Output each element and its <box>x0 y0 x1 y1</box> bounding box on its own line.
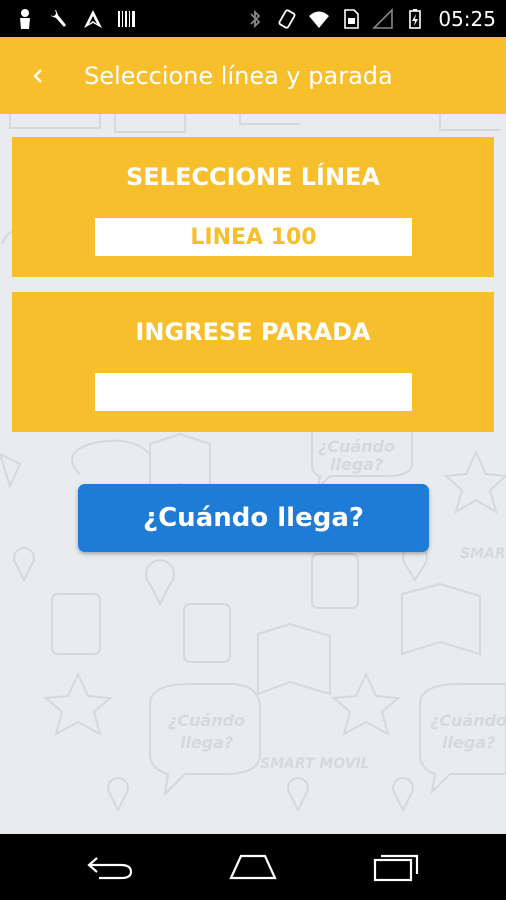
nav-back-button[interactable] <box>81 842 141 892</box>
svg-text:SMAR: SMAR <box>460 546 506 562</box>
back-button[interactable] <box>8 37 68 114</box>
svg-text:llega?: llega? <box>180 733 233 752</box>
stop-card-title: INGRESE PARADA <box>135 318 371 346</box>
wifi-icon <box>308 8 330 30</box>
recents-icon <box>373 854 419 882</box>
app-bar: Seleccione línea y parada <box>0 37 506 114</box>
status-time: 05:25 <box>438 6 496 31</box>
status-left-icons <box>0 8 138 30</box>
line-card-title: SELECCIONE LÍNEA <box>125 163 381 191</box>
page-title: Seleccione línea y parada <box>84 61 393 90</box>
wrench-icon <box>48 8 70 30</box>
person-icon <box>14 8 36 30</box>
line-card: SELECCIONE LÍNEA LINEA 100 <box>12 137 494 277</box>
svg-text:¿Cuándo: ¿Cuándo <box>430 711 506 730</box>
bluetooth-icon <box>244 8 266 30</box>
barcode-icon <box>116 8 138 30</box>
nav-home-button[interactable] <box>223 842 283 892</box>
chevron-left-icon <box>33 68 42 83</box>
svg-text:llega?: llega? <box>330 455 383 474</box>
stop-input-field[interactable] <box>95 373 412 411</box>
svg-text:¿Cuándo: ¿Cuándo <box>318 437 395 456</box>
sim-icon <box>340 8 362 30</box>
when-arrives-button[interactable]: ¿Cuándo llega? <box>78 484 429 552</box>
status-bar: 05:25 <box>0 0 506 37</box>
signal-icon <box>372 7 394 30</box>
back-icon <box>87 857 133 880</box>
main-content: ¿Cuándo llega? ¿Cuándo llega? ¿Cuándo ll… <box>0 114 506 834</box>
battery-icon <box>404 8 426 30</box>
navigation-icon <box>82 8 104 30</box>
home-icon <box>229 854 277 880</box>
svg-text:llega?: llega? <box>442 733 495 752</box>
navigation-bar <box>0 834 506 900</box>
svg-text:SMART MOVIL: SMART MOVIL <box>260 756 370 772</box>
status-right-icons: 05:25 <box>244 7 506 31</box>
stop-card: INGRESE PARADA <box>12 292 494 432</box>
svg-text:¿Cuándo: ¿Cuándo <box>168 711 245 730</box>
line-select-field[interactable]: LINEA 100 <box>95 218 412 256</box>
rotate-icon <box>276 8 298 30</box>
nav-recents-button[interactable] <box>365 842 425 892</box>
